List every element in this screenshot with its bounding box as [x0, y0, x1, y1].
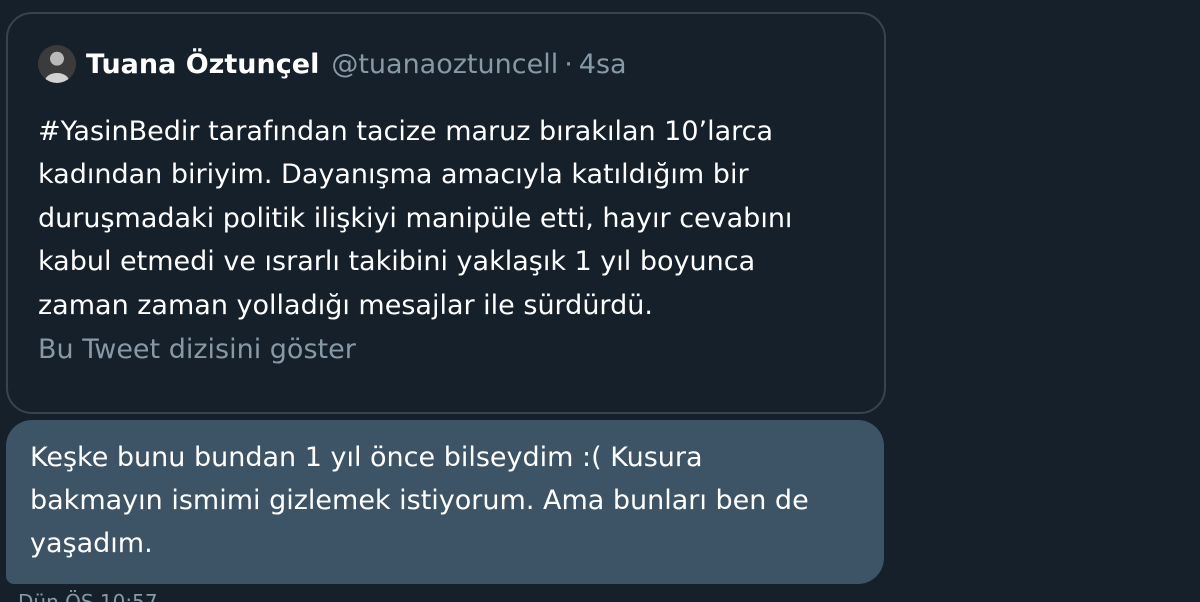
- tweet-time[interactable]: 4sa: [579, 49, 627, 80]
- message-text-line: bakmayın ismimi gizlemek istiyorum. Ama …: [30, 485, 809, 517]
- quoted-tweet-card[interactable]: Tuana Öztunçel @tuanaoztuncell · 4sa #Ya…: [6, 12, 886, 414]
- show-thread-link[interactable]: Bu Tweet dizisini göster: [38, 328, 356, 371]
- tweet-text-line: #YasinBedir tarafından tacize maruz bıra…: [38, 116, 774, 147]
- message-timestamp: Dün ÖS 10:57: [18, 590, 158, 602]
- message-text-line: yaşadım.: [30, 528, 153, 560]
- author-handle[interactable]: @tuanaoztuncell: [331, 49, 558, 80]
- tweet-text-line: duruşmadaki politik ilişkiyi manipüle et…: [38, 202, 793, 234]
- message-text-line: Keşke bunu bundan 1 yıl önce bilseydim :…: [30, 442, 703, 473]
- quoted-tweet-header: Tuana Öztunçel @tuanaoztuncell · 4sa: [38, 44, 627, 84]
- message-group: Tuana Öztunçel @tuanaoztuncell · 4sa #Ya…: [6, 12, 886, 584]
- dm-conversation: Tuana Öztunçel @tuanaoztuncell · 4sa #Ya…: [0, 0, 1200, 602]
- tweet-text-line: kadından biriyim. Dayanışma amacıyla kat…: [38, 159, 749, 191]
- separator-dot: ·: [564, 48, 573, 80]
- quoted-tweet-text: #YasinBedir tarafından tacize maruz bıra…: [38, 110, 858, 327]
- tweet-text-line: kabul etmedi ve ısrarlı takibini yaklaşı…: [38, 246, 756, 278]
- message-bubble[interactable]: Keşke bunu bundan 1 yıl önce bilseydim :…: [6, 420, 884, 584]
- author-name[interactable]: Tuana Öztunçel: [86, 49, 319, 80]
- avatar[interactable]: [38, 45, 76, 83]
- tweet-text-line: zaman zaman yolladığı mesajlar ile sürdü…: [38, 289, 653, 321]
